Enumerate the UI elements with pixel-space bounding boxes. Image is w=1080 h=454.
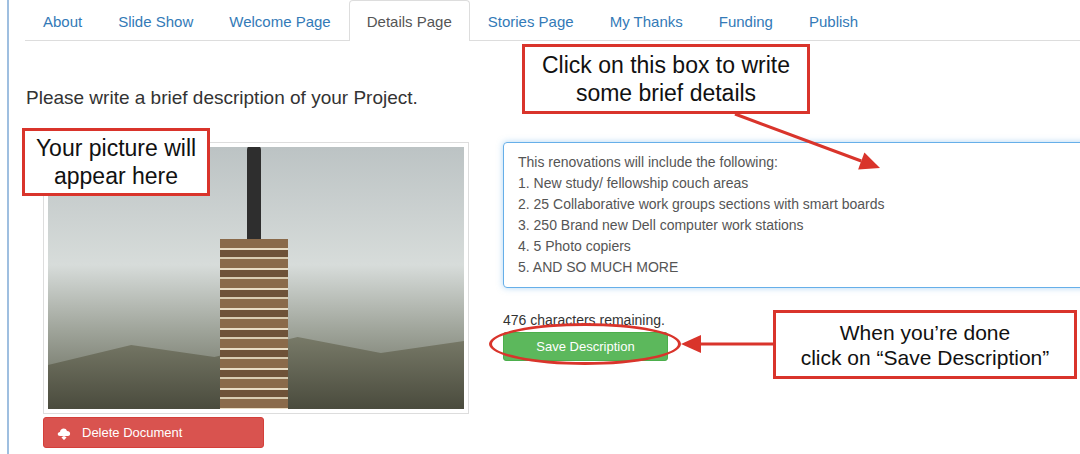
save-highlight-ellipse <box>489 323 681 365</box>
person-figure <box>247 147 261 239</box>
description-column: This renovations will include the follow… <box>503 142 1080 448</box>
tab-bar: AboutSlide ShowWelcome PageDetails PageS… <box>25 0 1080 41</box>
callout-line: some brief details <box>576 79 756 107</box>
tab[interactable]: Funding <box>701 0 791 41</box>
description-line: This renovations will include the follow… <box>518 152 1080 173</box>
description-line: 3. 250 Brand new Dell computer work stat… <box>518 215 1080 236</box>
tab[interactable]: Welcome Page <box>211 0 348 41</box>
tab[interactable]: Slide Show <box>100 0 211 41</box>
description-line: 5. AND SO MUCH MORE <box>518 257 1080 278</box>
tab[interactable]: Details Page <box>349 0 470 41</box>
callout-line: Your picture will <box>36 134 196 162</box>
delete-label: Delete Document <box>82 425 182 440</box>
book-stack <box>220 239 288 409</box>
description-line: 1. New study/ fellowship couch areas <box>518 173 1080 194</box>
tab[interactable]: Publish <box>791 0 876 41</box>
description-line: 4. 5 Photo copiers <box>518 236 1080 257</box>
callout-box: When you’re doneclick on “Save Descripti… <box>773 310 1077 379</box>
save-label: Save Description <box>536 339 634 354</box>
callout-line: When you’re done <box>840 320 1010 345</box>
description-line: 2. 25 Collaborative work groups sections… <box>518 194 1080 215</box>
callout-line: appear here <box>54 162 178 190</box>
tab[interactable]: About <box>25 0 100 41</box>
description-field[interactable]: This renovations will include the follow… <box>503 142 1080 288</box>
delete-button[interactable]: Delete Document <box>43 417 264 448</box>
cloud-icon <box>56 426 72 440</box>
callout-line: click on “Save Description” <box>801 345 1050 370</box>
save-button[interactable]: Save Description <box>503 332 668 361</box>
callout-line: Click on this box to write <box>542 51 790 79</box>
callout-box: Your picture willappear here <box>22 128 210 196</box>
tab[interactable]: Stories Page <box>470 0 592 41</box>
tab[interactable]: My Thanks <box>592 0 701 41</box>
callout-box: Click on this box to writesome brief det… <box>522 44 810 114</box>
